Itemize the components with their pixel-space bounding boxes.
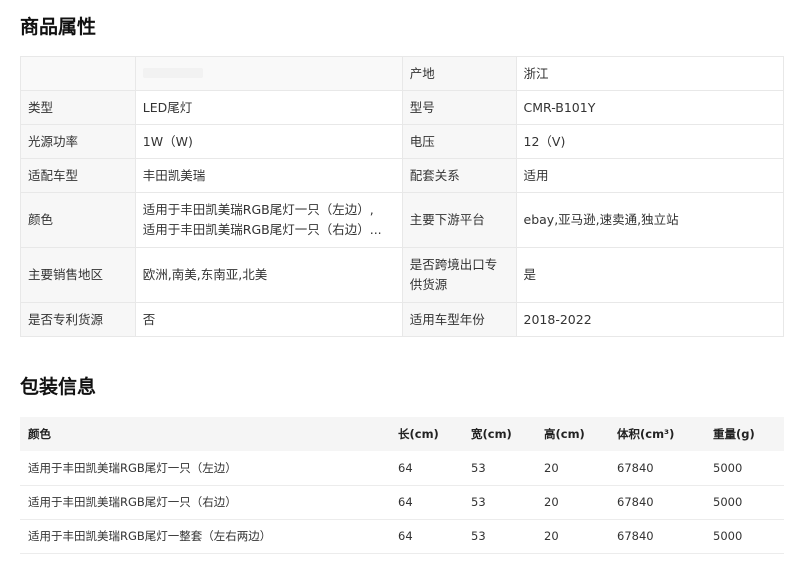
col-header-color: 颜色	[28, 427, 51, 441]
attr-value-line: 适用于丰田凯美瑞RGB尾灯一只（右边）...	[142, 222, 382, 237]
attr-row: 类型 LED尾灯 型号 CMR-B101Y	[20, 90, 785, 125]
attr-key: 是否专利货源	[20, 302, 136, 337]
attr-key: 适用车型年份	[401, 302, 517, 337]
attr-value: ebay,亚马逊,速卖通,独立站	[515, 192, 785, 248]
attr-value: 2018-2022	[515, 302, 785, 337]
packaging-table: 颜色 长(cm) 宽(cm) 高(cm) 体积(cm³) 重量(g) 适用于丰田…	[20, 417, 784, 554]
cell-width: 53	[471, 460, 486, 475]
attr-key: 配套关系	[401, 158, 517, 193]
attr-value: LED尾灯	[134, 90, 403, 125]
attr-row: 适配车型 丰田凯美瑞 配套关系 适用	[20, 158, 785, 193]
cell-width: 53	[471, 495, 486, 509]
attr-value: 丰田凯美瑞	[134, 158, 403, 193]
cell-length: 64	[398, 460, 413, 475]
attr-key: 电压	[401, 124, 517, 159]
attr-key: 主要下游平台	[401, 192, 517, 248]
attr-value: 浙江	[515, 56, 785, 91]
attr-value: 12（V)	[515, 124, 785, 159]
attr-value: 欧洲,南美,东南亚,北美	[134, 247, 403, 303]
attr-value: CMR-B101Y	[515, 90, 785, 125]
blurred-text	[142, 67, 203, 78]
cell-color: 适用于丰田凯美瑞RGB尾灯一整套（左右两边）	[28, 529, 272, 543]
cell-volume: 67840	[617, 495, 654, 509]
attr-value: 是	[515, 247, 785, 303]
cell-volume: 67840	[617, 460, 654, 475]
col-header-weight: 重量(g)	[713, 427, 755, 441]
attr-value: 适用于丰田凯美瑞RGB尾灯一只（左边）, 适用于丰田凯美瑞RGB尾灯一只（右边）…	[134, 192, 403, 248]
attr-value-line: 适用于丰田凯美瑞RGB尾灯一只（左边）,	[142, 202, 374, 217]
attr-key: 适配车型	[20, 158, 136, 193]
col-header-height: 高(cm)	[544, 427, 585, 441]
attr-key: 产地	[401, 56, 517, 91]
cell-weight: 5000	[713, 460, 743, 475]
attr-row: 颜色 适用于丰田凯美瑞RGB尾灯一只（左边）, 适用于丰田凯美瑞RGB尾灯一只（…	[20, 192, 785, 248]
attr-value: 适用	[515, 158, 785, 193]
packaging-section-title: 包装信息	[20, 376, 97, 398]
col-header-length: 长(cm)	[398, 427, 439, 441]
cell-length: 64	[398, 495, 413, 509]
attr-key: 颜色	[20, 192, 136, 248]
attr-row: 光源功率 1W（W) 电压 12（V)	[20, 124, 785, 159]
attr-row: 主要销售地区 欧洲,南美,东南亚,北美 是否跨境出口专 供货源 是	[20, 247, 785, 303]
attributes-table: 产地 浙江 类型 LED尾灯 型号 CMR-B101Y 光源功率 1W（W) 电…	[20, 56, 785, 337]
packaging-row: 适用于丰田凯美瑞RGB尾灯一整套（左右两边） 64 53 20 67840 50…	[20, 519, 784, 553]
attr-key: 是否跨境出口专 供货源	[401, 247, 517, 303]
cell-color: 适用于丰田凯美瑞RGB尾灯一只（右边）	[28, 495, 237, 509]
attr-key-blurred	[20, 56, 136, 91]
attr-row: 是否专利货源 否 适用车型年份 2018-2022	[20, 302, 785, 337]
attr-key-line: 供货源	[409, 277, 448, 292]
attr-key-line: 是否跨境出口专	[409, 257, 498, 272]
attr-key: 型号	[401, 90, 517, 125]
attr-key: 类型	[20, 90, 136, 125]
cell-length: 64	[398, 529, 413, 543]
col-header-volume: 体积(cm³)	[617, 427, 675, 441]
col-header-width: 宽(cm)	[471, 427, 512, 441]
attr-value: 1W（W)	[134, 124, 403, 159]
attr-value-blurred	[134, 56, 403, 91]
cell-color: 适用于丰田凯美瑞RGB尾灯一只（左边）	[28, 460, 237, 475]
attr-row: 产地 浙江	[20, 56, 785, 91]
cell-width: 53	[471, 529, 486, 543]
cell-height: 20	[544, 529, 559, 543]
attributes-section-title: 商品属性	[20, 16, 97, 38]
cell-volume: 67840	[617, 529, 654, 543]
cell-weight: 5000	[713, 529, 743, 543]
packaging-row: 适用于丰田凯美瑞RGB尾灯一只（左边） 64 53 20 67840 5000	[20, 451, 784, 485]
cell-height: 20	[544, 460, 559, 475]
attr-key: 光源功率	[20, 124, 136, 159]
cell-height: 20	[544, 495, 559, 509]
cell-weight: 5000	[713, 495, 743, 509]
packaging-row: 适用于丰田凯美瑞RGB尾灯一只（右边） 64 53 20 67840 5000	[20, 485, 784, 519]
attr-value: 否	[134, 302, 403, 337]
attr-key: 主要销售地区	[20, 247, 136, 303]
packaging-header-row: 颜色 长(cm) 宽(cm) 高(cm) 体积(cm³) 重量(g)	[20, 417, 784, 451]
